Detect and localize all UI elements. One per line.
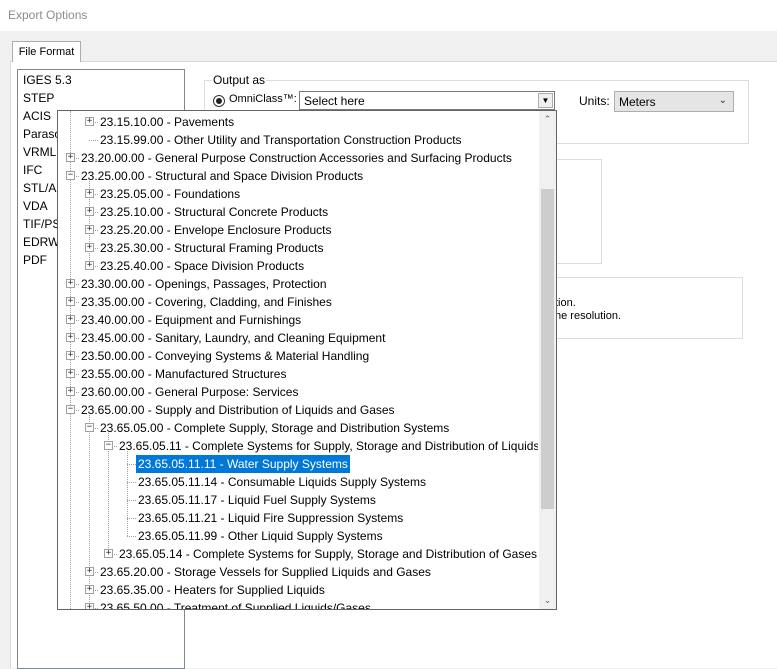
- format-item[interactable]: PDF: [23, 251, 47, 269]
- resolution-hint-2: he resolution.: [555, 310, 622, 322]
- tree-item-label: 23.25.20.00 - Envelope Enclosure Product…: [100, 223, 332, 237]
- collapse-minus-icon[interactable]: −: [104, 441, 113, 450]
- tree-guide-line: [108, 433, 109, 554]
- tab-file-format[interactable]: File Format: [12, 41, 81, 62]
- expand-plus-icon[interactable]: +: [85, 261, 94, 270]
- tree-item-label: 23.35.00.00 - Covering, Cladding, and Fi…: [81, 295, 332, 309]
- tree-guide-line: [89, 415, 90, 608]
- tree-item-label: 23.25.40.00 - Space Division Products: [100, 259, 305, 273]
- omniclass-dropdown[interactable]: +23.15.10.00 - Pavements 23.15.99.00 - Ot…: [57, 110, 557, 610]
- tree-stub-line: [127, 500, 136, 501]
- expand-plus-icon[interactable]: +: [66, 279, 75, 288]
- expand-plus-icon[interactable]: +: [66, 333, 75, 342]
- tree-item-label: 23.65.35.00 - Heaters for Supplied Liqui…: [100, 583, 325, 597]
- tree-item-label: 23.15.99.00 - Other Utility and Transpor…: [100, 133, 462, 147]
- units-select[interactable]: Meters ⌄: [614, 91, 734, 112]
- collapse-minus-icon[interactable]: −: [85, 423, 94, 432]
- format-item[interactable]: IGES 5.3: [23, 71, 72, 89]
- tree-item-label: 23.50.00.00 - Conveying Systems & Materi…: [81, 349, 370, 363]
- expand-plus-icon[interactable]: +: [85, 585, 94, 594]
- tree-stub-line: [127, 518, 136, 519]
- scrollbar-thumb[interactable]: [541, 189, 554, 509]
- tree-item-label: 23.65.20.00 - Storage Vessels for Suppli…: [100, 565, 431, 579]
- omniclass-combo[interactable]: Select here ▼: [299, 91, 555, 110]
- expand-plus-icon[interactable]: +: [66, 153, 75, 162]
- chevron-down-icon: ⌄: [718, 95, 727, 106]
- chevron-down-icon[interactable]: ⌄: [539, 592, 556, 609]
- title-bar: Export Options: [0, 0, 777, 31]
- output-as-label: Output as: [212, 73, 267, 87]
- tree-item-label: 23.25.30.00 - Structural Framing Product…: [100, 241, 324, 255]
- tree-item-label: 23.25.00.00 - Structural and Space Divis…: [81, 169, 364, 183]
- tree-item-label: 23.45.00.00 - Sanitary, Laundry, and Cle…: [81, 331, 386, 345]
- expand-plus-icon[interactable]: +: [85, 189, 94, 198]
- tree-item-label: 23.60.00.00 - General Purpose: Services: [81, 385, 299, 399]
- tree-item-label: 23.65.05.11.17 - Liquid Fuel Supply Syst…: [138, 493, 376, 507]
- format-item[interactable]: IFC: [23, 161, 42, 179]
- omniclass-radio[interactable]: [213, 95, 225, 107]
- omniclass-tree[interactable]: +23.15.10.00 - Pavements 23.15.99.00 - Ot…: [58, 111, 538, 609]
- window-title: Export Options: [8, 8, 88, 22]
- expand-plus-icon[interactable]: +: [85, 603, 94, 609]
- expand-plus-icon[interactable]: +: [66, 315, 75, 324]
- triangle-down-icon[interactable]: ▼: [538, 93, 553, 108]
- expand-plus-icon[interactable]: +: [85, 207, 94, 216]
- format-item[interactable]: Paraso: [23, 125, 61, 143]
- tree-item-label: 23.15.10.00 - Pavements: [100, 115, 235, 129]
- tree-item-label: 23.25.10.00 - Structural Concrete Produc…: [100, 205, 329, 219]
- expand-plus-icon[interactable]: +: [104, 549, 113, 558]
- units-label: Units:: [579, 94, 610, 108]
- expand-plus-icon[interactable]: +: [85, 225, 94, 234]
- vertical-scrollbar[interactable]: ⌃ ⌄: [539, 111, 556, 609]
- tree-item-label: 23.30.00.00 - Openings, Passages, Protec…: [81, 277, 327, 291]
- format-item[interactable]: VDA: [23, 197, 48, 215]
- tree-stub-line: [127, 464, 136, 465]
- tree-item-label: 23.65.00.00 - Supply and Distribution of…: [81, 403, 395, 417]
- tree-item-label: 23.20.00.00 - General Purpose Constructi…: [81, 151, 512, 165]
- tree-item-label: 23.55.00.00 - Manufactured Structures: [81, 367, 287, 381]
- tree-item-label: 23.65.50.00 - Treatment of Supplied Liqu…: [100, 601, 371, 609]
- tree-item-label: 23.65.05.11.21 - Liquid Fire Suppression…: [138, 511, 404, 525]
- tree-stub-line: [127, 482, 136, 483]
- format-item[interactable]: STEP: [23, 89, 54, 107]
- tree-item-label: 23.65.05.11.99 - Other Liquid Supply Sys…: [138, 529, 383, 543]
- resolution-hint-1: tion.: [555, 297, 576, 309]
- expand-plus-icon[interactable]: +: [66, 387, 75, 396]
- tree-item-label: 23.65.05.14 - Complete Systems for Suppl…: [119, 547, 537, 561]
- omniclass-combo-value: Select here: [304, 94, 365, 108]
- chevron-up-icon[interactable]: ⌃: [539, 111, 556, 128]
- tree-stub-line: [127, 536, 136, 537]
- units-value: Meters: [619, 95, 656, 109]
- format-item[interactable]: TIF/PS: [23, 215, 60, 233]
- tree-stub-line: [89, 140, 98, 141]
- format-item[interactable]: ACIS: [23, 107, 51, 125]
- tree-item-label: 23.40.00.00 - Equipment and Furnishings: [81, 313, 302, 327]
- tree-item-label: 23.65.05.11 - Complete Systems for Suppl…: [119, 439, 538, 453]
- expand-plus-icon[interactable]: +: [66, 297, 75, 306]
- tree-item-label: 23.65.05.00 - Complete Supply, Storage a…: [100, 421, 450, 435]
- expand-plus-icon[interactable]: +: [66, 351, 75, 360]
- expand-plus-icon[interactable]: +: [66, 369, 75, 378]
- expand-plus-icon[interactable]: +: [85, 117, 94, 126]
- tree-guide-line: [70, 111, 71, 609]
- collapse-minus-icon[interactable]: −: [66, 171, 75, 180]
- format-item[interactable]: STL/AI: [23, 179, 60, 197]
- tree-item-label: 23.25.05.00 - Foundations: [100, 187, 241, 201]
- omniclass-label: OmniClass™:: [229, 93, 297, 105]
- format-item[interactable]: VRML: [23, 143, 56, 161]
- collapse-minus-icon[interactable]: −: [66, 405, 75, 414]
- tree-item-label: 23.65.05.11.11 - Water Supply Systems: [135, 454, 351, 474]
- expand-plus-icon[interactable]: +: [85, 243, 94, 252]
- expand-plus-icon[interactable]: +: [85, 567, 94, 576]
- tree-item-label: 23.65.05.11.14 - Consumable Liquids Supp…: [138, 475, 426, 489]
